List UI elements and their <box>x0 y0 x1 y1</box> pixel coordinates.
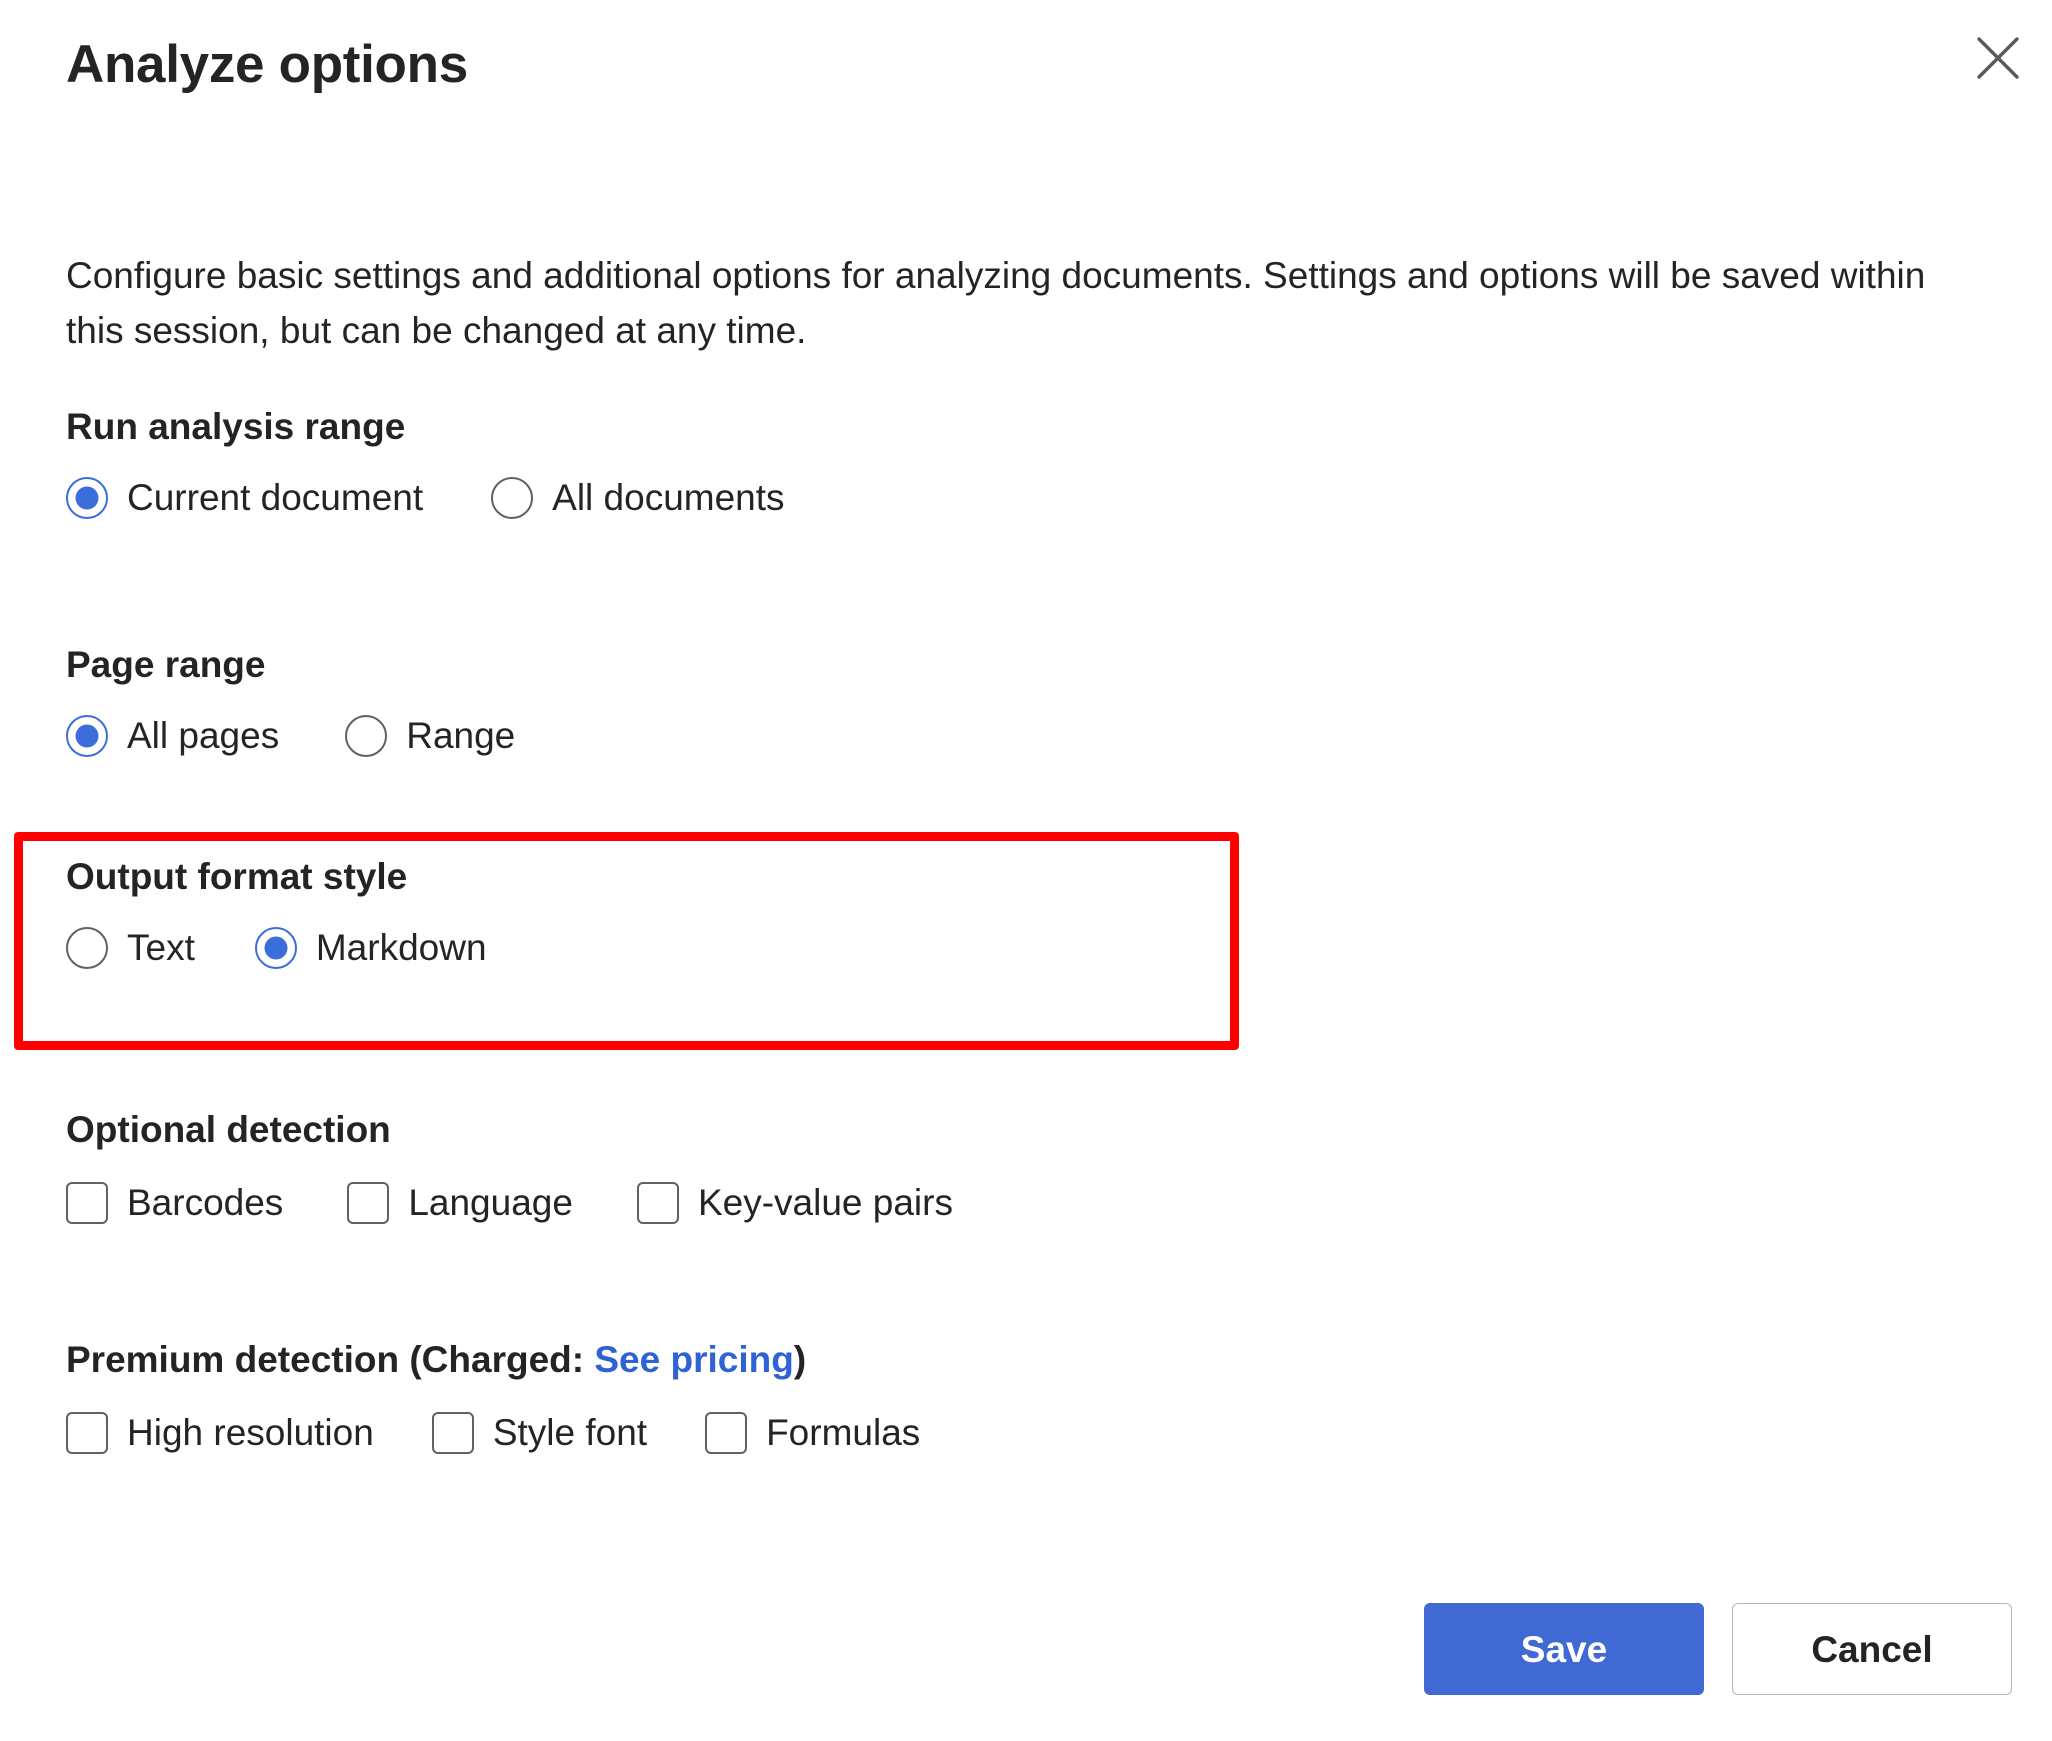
output-format-style-label: Output format style <box>66 856 408 897</box>
radio-indicator-markdown[interactable] <box>254 927 297 970</box>
radio-range[interactable]: Range <box>345 715 516 758</box>
radio-indicator-text[interactable] <box>66 927 108 970</box>
section-output-format-style: Output format style Text Markdown <box>66 855 487 970</box>
radio-indicator-all-documents[interactable] <box>491 477 534 520</box>
section-premium-detection: Premium detection (Charged: See pricing)… <box>66 1338 921 1455</box>
radio-indicator-current-document[interactable] <box>66 477 108 520</box>
section-page-range: Page range All pages Range <box>66 643 516 758</box>
checkbox-indicator-key-value-pairs[interactable] <box>636 1182 679 1225</box>
cancel-button[interactable]: Cancel <box>1732 1603 2012 1695</box>
radio-all-pages[interactable]: All pages <box>66 715 280 758</box>
radio-markdown[interactable]: Markdown <box>254 927 487 970</box>
checkbox-high-resolution[interactable]: High resolution <box>66 1412 374 1455</box>
radio-label-range: Range <box>406 715 516 757</box>
checkbox-label-barcodes: Barcodes <box>127 1182 284 1224</box>
page-range-radio-group: All pages Range <box>66 715 516 758</box>
checkbox-indicator-barcodes[interactable] <box>66 1182 108 1225</box>
save-button[interactable]: Save <box>1424 1603 1704 1695</box>
radio-current-document[interactable]: Current document <box>66 477 424 520</box>
section-run-analysis-range: Run analysis range Current document All … <box>66 405 785 520</box>
checkbox-label-key-value-pairs: Key-value pairs <box>697 1182 953 1224</box>
checkbox-label-formulas: Formulas <box>766 1412 921 1454</box>
checkbox-indicator-language[interactable] <box>347 1182 390 1225</box>
premium-detection-label-suffix: ) <box>793 1339 807 1380</box>
radio-text[interactable]: Text <box>66 927 195 970</box>
optional-detection-checkbox-group: Barcodes Language Key-value pairs <box>66 1182 953 1225</box>
premium-detection-label-prefix: Premium detection (Charged: <box>66 1339 595 1380</box>
dialog-footer: Save Cancel <box>1424 1603 2012 1695</box>
optional-detection-label: Optional detection <box>66 1109 391 1150</box>
dialog-header: Analyze options <box>66 35 1992 116</box>
checkbox-barcodes[interactable]: Barcodes <box>66 1182 284 1225</box>
radio-label-all-pages: All pages <box>127 715 280 757</box>
checkbox-label-high-resolution: High resolution <box>127 1412 374 1454</box>
run-analysis-range-label: Run analysis range <box>66 406 406 447</box>
checkbox-label-language: Language <box>408 1182 573 1224</box>
dialog-description: Configure basic settings and additional … <box>66 255 1926 351</box>
output-format-style-radio-group: Text Markdown <box>66 927 487 970</box>
radio-label-all-documents: All documents <box>552 477 785 519</box>
checkbox-label-style-font: Style font <box>492 1412 648 1454</box>
close-icon <box>1973 33 2023 83</box>
checkbox-indicator-high-resolution[interactable] <box>66 1412 108 1455</box>
checkbox-language[interactable]: Language <box>347 1182 573 1225</box>
section-optional-detection: Optional detection Barcodes Language Key… <box>66 1108 953 1225</box>
run-analysis-range-radio-group: Current document All documents <box>66 477 785 520</box>
checkbox-key-value-pairs[interactable]: Key-value pairs <box>636 1182 953 1225</box>
radio-label-text: Text <box>127 927 195 969</box>
close-button[interactable] <box>1962 22 2034 94</box>
analyze-options-dialog: Analyze options Configure basic settings… <box>0 0 2052 1741</box>
radio-indicator-range[interactable] <box>345 715 388 758</box>
page-range-label: Page range <box>66 644 266 685</box>
radio-label-markdown: Markdown <box>315 927 487 969</box>
checkbox-indicator-formulas[interactable] <box>705 1412 748 1455</box>
premium-detection-checkbox-group: High resolution Style font Formulas <box>66 1412 921 1455</box>
page-title: Analyze options <box>66 35 468 94</box>
checkbox-indicator-style-font[interactable] <box>431 1412 474 1455</box>
checkbox-style-font[interactable]: Style font <box>431 1412 648 1455</box>
radio-indicator-all-pages[interactable] <box>66 715 108 758</box>
premium-detection-label: Premium detection (Charged: See pricing) <box>66 1338 920 1382</box>
radio-all-documents[interactable]: All documents <box>491 477 785 520</box>
radio-label-current-document: Current document <box>127 477 424 519</box>
see-pricing-link[interactable]: See pricing <box>594 1339 793 1380</box>
checkbox-formulas[interactable]: Formulas <box>705 1412 921 1455</box>
